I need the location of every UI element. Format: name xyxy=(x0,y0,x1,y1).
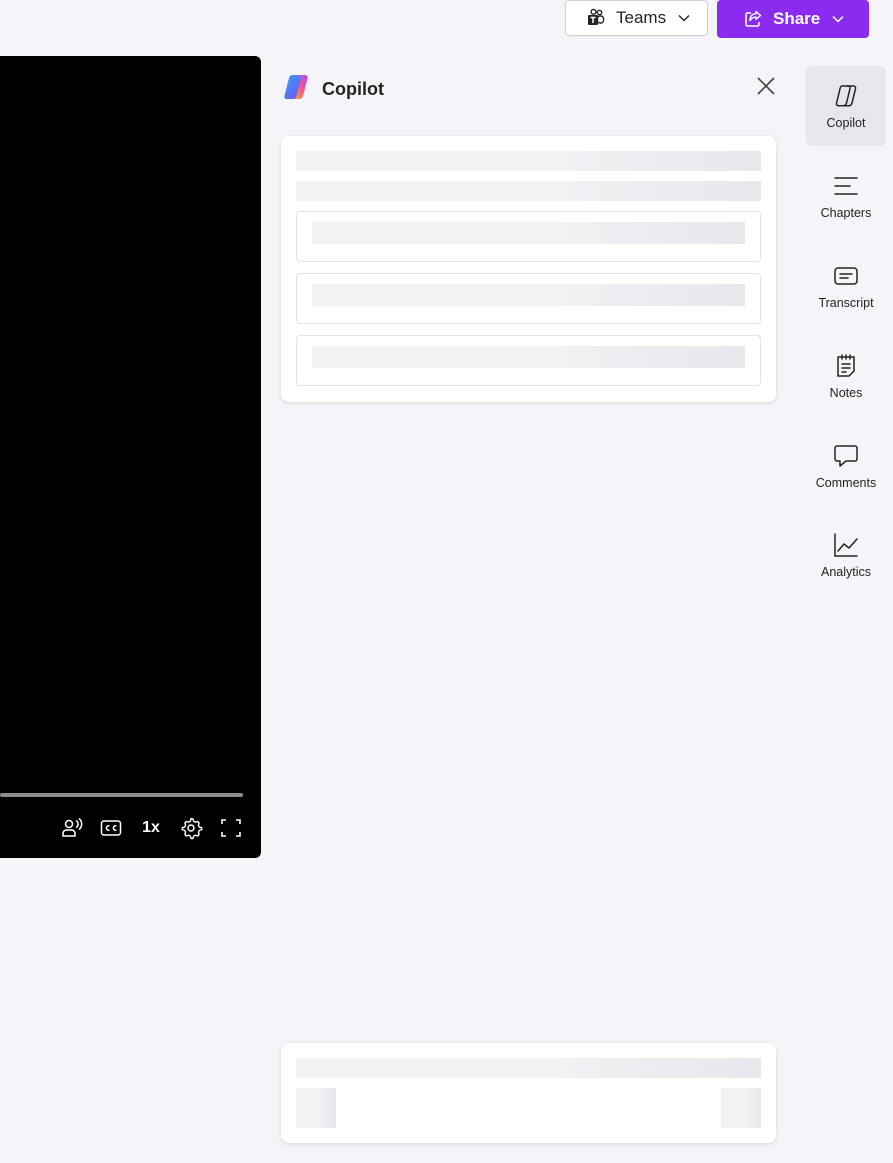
comments-icon xyxy=(832,442,860,470)
rail-label: Analytics xyxy=(820,565,872,579)
skeleton-line xyxy=(312,284,745,306)
playback-speed-button[interactable]: 1x xyxy=(139,816,163,840)
rail-label: Transcript xyxy=(818,296,874,310)
skeleton-suggestion xyxy=(296,335,761,386)
skeleton-line xyxy=(312,346,745,368)
skeleton-button xyxy=(721,1088,761,1128)
teams-label: Teams xyxy=(616,8,667,27)
rail-item-comments[interactable]: Comments xyxy=(806,426,886,506)
skeleton-line xyxy=(296,181,761,201)
analytics-icon xyxy=(832,531,860,559)
rail-item-transcript[interactable]: Transcript xyxy=(806,246,886,326)
skeleton-line xyxy=(296,1058,761,1078)
skeleton-button xyxy=(296,1088,336,1128)
rail-item-copilot[interactable]: Copilot xyxy=(806,66,886,146)
notes-icon xyxy=(832,352,860,380)
skeleton-suggestion xyxy=(296,211,761,262)
skeleton-line xyxy=(312,222,745,244)
copilot-logo-icon xyxy=(282,72,312,107)
rail-label: Notes xyxy=(829,386,863,400)
closed-captions-icon[interactable] xyxy=(99,816,123,840)
copilot-input-card xyxy=(281,1043,776,1143)
rail-item-notes[interactable]: Notes xyxy=(806,336,886,416)
share-button[interactable]: Share xyxy=(717,0,869,38)
rail-item-analytics[interactable]: Analytics xyxy=(806,515,886,595)
rail-label: Comments xyxy=(815,476,877,490)
rail-label: Chapters xyxy=(820,206,872,220)
video-player[interactable]: 1x xyxy=(0,56,261,858)
rail-item-chapters[interactable]: Chapters xyxy=(806,156,886,236)
audio-description-icon[interactable] xyxy=(60,816,84,840)
chapters-icon xyxy=(832,172,860,200)
teams-button[interactable]: Teams xyxy=(565,0,708,36)
copilot-header: Copilot xyxy=(282,72,384,106)
fullscreen-icon[interactable] xyxy=(219,816,243,840)
chevron-down-icon xyxy=(678,14,690,22)
rail-label: Copilot xyxy=(826,116,866,130)
close-icon[interactable] xyxy=(754,74,778,98)
chevron-down-icon xyxy=(832,15,844,23)
copilot-icon xyxy=(832,82,860,110)
copilot-title: Copilot xyxy=(322,78,384,99)
teams-icon xyxy=(586,8,606,28)
transcript-icon xyxy=(832,262,860,290)
progress-bar[interactable] xyxy=(0,793,243,797)
skeleton-suggestion xyxy=(296,273,761,324)
settings-icon[interactable] xyxy=(179,816,203,840)
copilot-loading-card xyxy=(281,136,776,402)
share-icon xyxy=(743,9,763,29)
skeleton-line xyxy=(296,151,761,171)
share-label: Share xyxy=(773,9,821,28)
